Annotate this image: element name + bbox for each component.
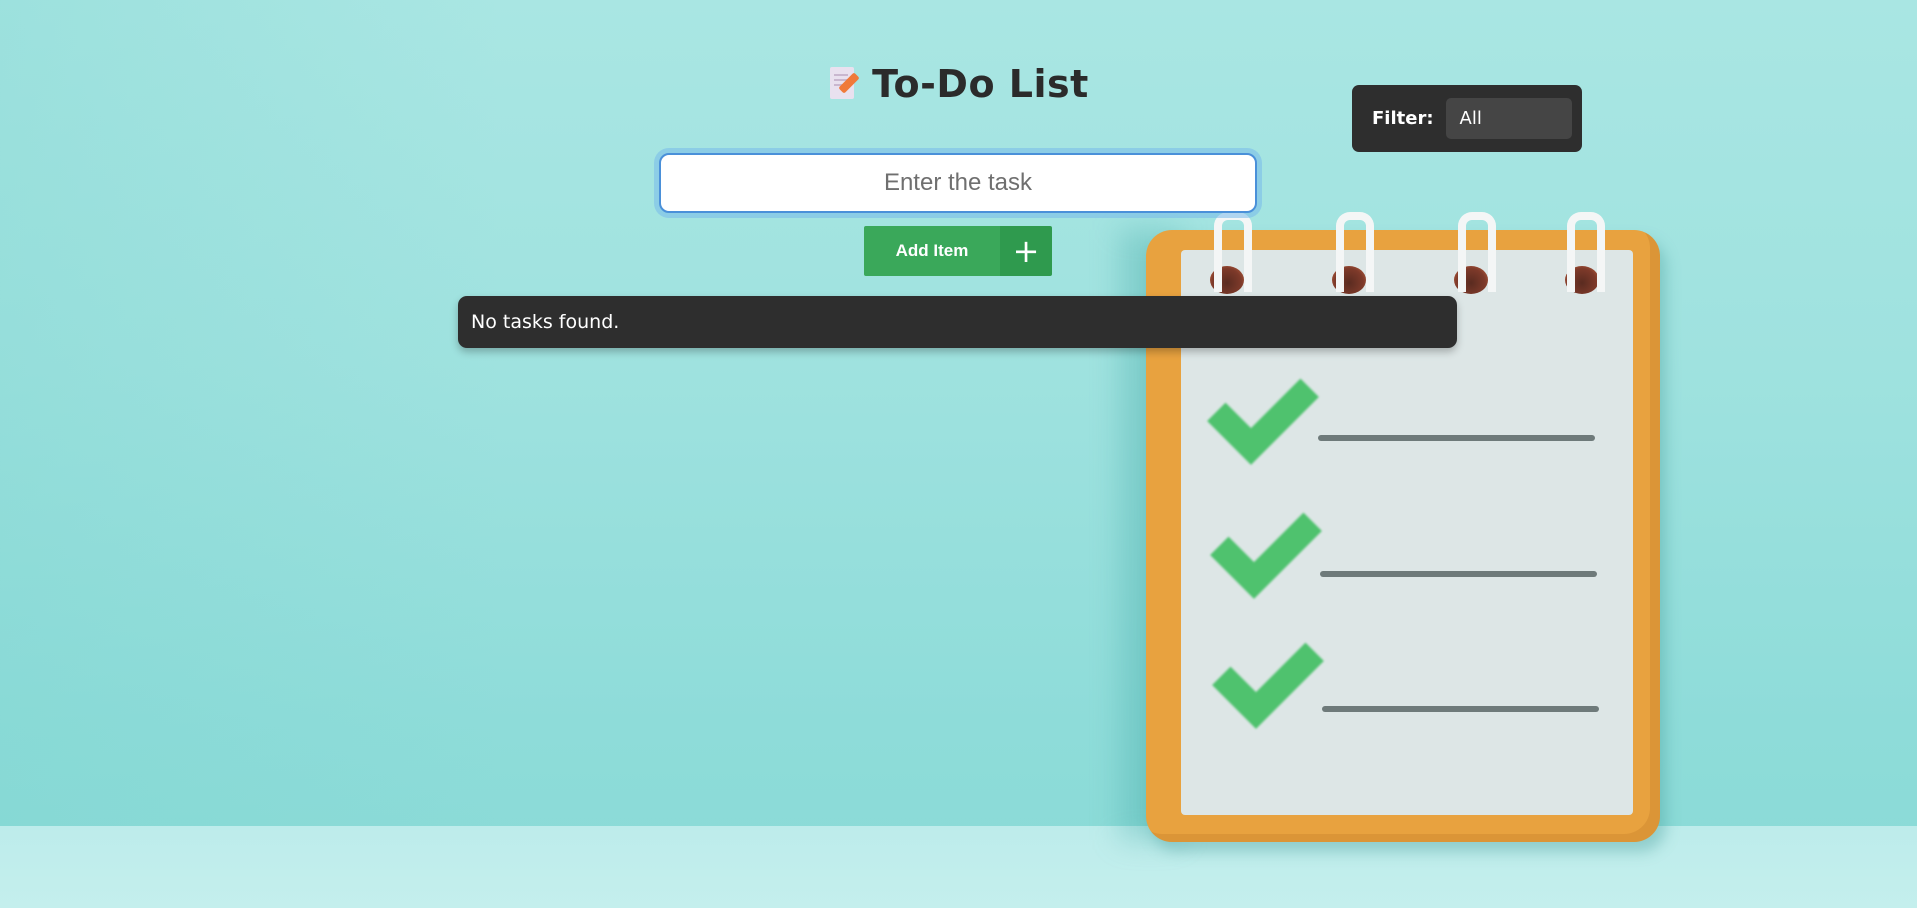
checklist-line [1320, 571, 1597, 577]
filter-label: Filter: [1372, 108, 1434, 129]
task-input[interactable] [659, 153, 1257, 213]
checklist-line [1318, 435, 1595, 441]
empty-task-text: No tasks found. [471, 311, 620, 333]
filter-panel: Filter: All [1352, 85, 1582, 152]
page-header: To-Do List [0, 62, 1917, 106]
memo-icon [828, 65, 860, 103]
page-title: To-Do List [872, 62, 1089, 106]
clipboard-ring [1214, 212, 1252, 292]
checklist-line [1322, 706, 1599, 712]
filter-select[interactable]: All [1445, 98, 1572, 139]
add-item-label: Add Item [864, 226, 1000, 276]
clipboard-ring [1458, 212, 1496, 292]
empty-task-message: No tasks found. [458, 296, 1457, 348]
clipboard-ring [1567, 212, 1605, 292]
add-item-button[interactable]: Add Item + [864, 226, 1052, 276]
plus-icon: + [1000, 226, 1052, 276]
background-shade [0, 0, 500, 826]
clipboard-ring [1336, 212, 1374, 292]
